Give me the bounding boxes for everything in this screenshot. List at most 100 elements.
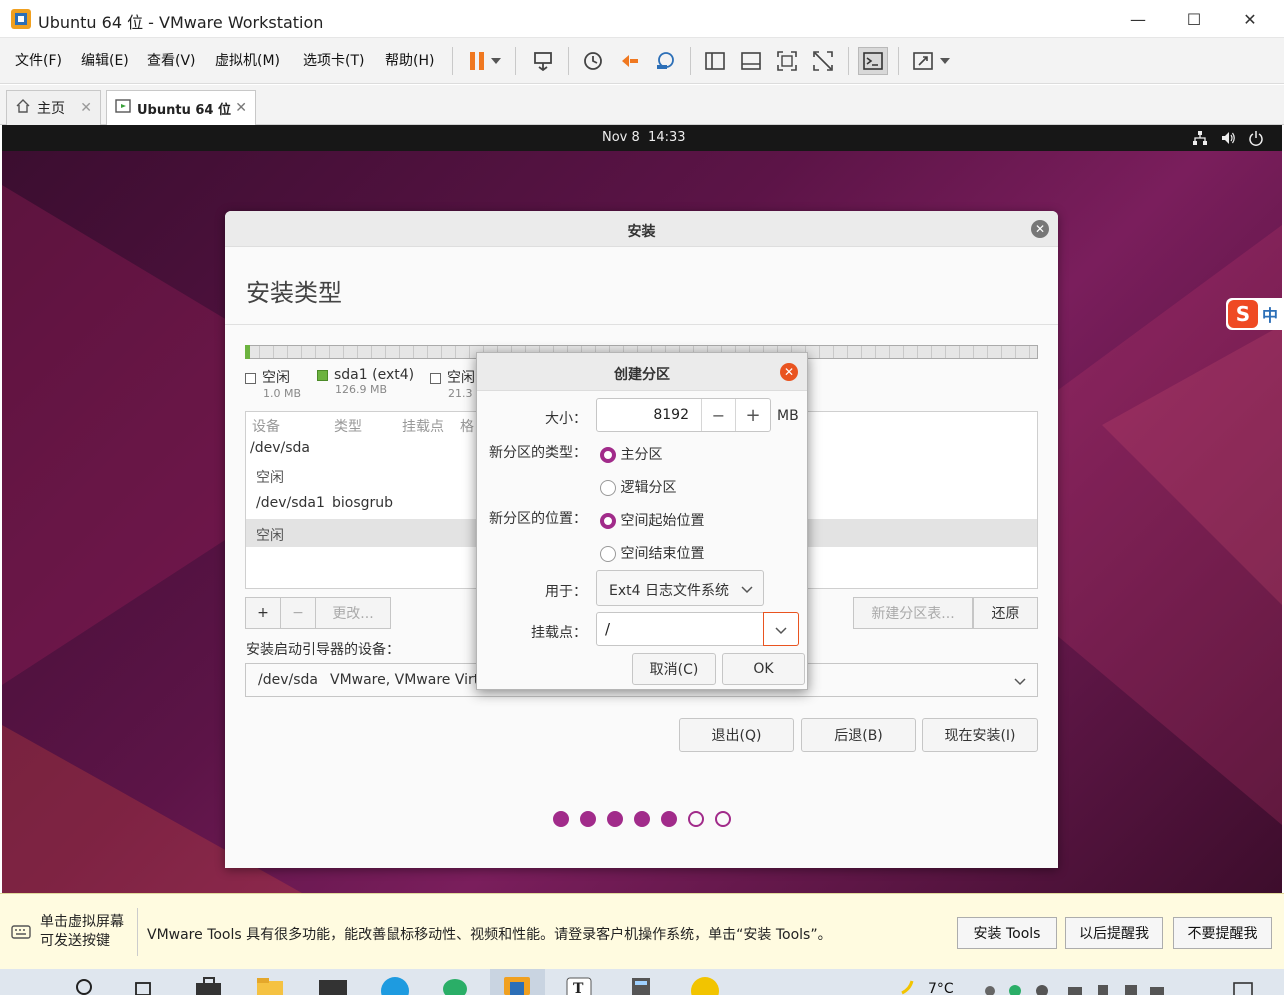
snapshot-icon[interactable] — [578, 47, 608, 75]
chevron-down-icon[interactable] — [487, 47, 505, 75]
library-view-icon[interactable] — [700, 47, 730, 75]
ok-button[interactable]: OK — [722, 653, 805, 685]
calculator-icon[interactable] — [628, 975, 654, 998]
app-icon[interactable] — [690, 975, 719, 999]
menu-edit[interactable]: 编辑(E) — [81, 50, 129, 70]
legend-swatch — [430, 372, 441, 384]
menu-help[interactable]: 帮助(H) — [385, 50, 434, 70]
mount-input[interactable] — [597, 613, 763, 645]
thumbnail-view-icon[interactable] — [736, 47, 766, 75]
revert-button[interactable]: 还原 — [973, 597, 1038, 629]
search-icon[interactable] — [72, 975, 98, 995]
radio-logical-label: 逻辑分区 — [620, 480, 677, 496]
minimize-button[interactable]: — — [1110, 0, 1166, 38]
close-icon[interactable]: ✕ — [780, 363, 798, 381]
legend-size: 1.0 MB — [263, 387, 302, 400]
file-explorer-icon[interactable] — [256, 975, 283, 997]
close-icon[interactable]: ✕ — [1031, 220, 1049, 238]
toolbar-separator — [568, 47, 569, 75]
home-icon — [15, 98, 31, 118]
console-view-icon[interactable] — [858, 47, 888, 75]
send-ctrl-alt-del-icon[interactable] — [528, 47, 558, 75]
radio-icon — [600, 546, 616, 562]
wechat-icon[interactable] — [442, 975, 468, 999]
tab-home[interactable]: 主页 ✕ — [6, 90, 101, 125]
power-icon[interactable] — [1248, 130, 1264, 150]
radio-end[interactable]: 空间结束位置 — [600, 543, 704, 563]
close-icon[interactable]: ✕ — [235, 100, 247, 116]
dialog-title: 创建分区 — [614, 367, 670, 383]
close-button[interactable]: ✕ — [1222, 0, 1278, 38]
install-tools-button[interactable]: 安装 Tools — [957, 917, 1057, 949]
menu-vm[interactable]: 虚拟机(M) — [215, 50, 280, 70]
quit-button[interactable]: 退出(Q) — [679, 718, 794, 752]
column-header-format[interactable]: 格 — [460, 416, 474, 436]
tray-icons[interactable] — [980, 975, 1170, 997]
edge-icon[interactable] — [380, 975, 409, 999]
vm-screen[interactable]: Nov 8 14:33 S 中 安装 ✕ 安装类型 空闲 1.0 MB sda1… — [2, 125, 1282, 893]
typora-icon[interactable]: T — [566, 975, 592, 999]
partition-bar-sda1 — [245, 345, 250, 359]
radio-start[interactable]: 空间起始位置 — [600, 510, 704, 530]
row-device: 空闲 — [256, 470, 284, 486]
radio-logical[interactable]: 逻辑分区 — [600, 477, 676, 497]
row-type: biosgrub — [332, 495, 394, 511]
terminal-icon[interactable] — [318, 975, 347, 998]
install-now-button[interactable]: 现在安装(I) — [922, 718, 1038, 752]
new-partition-table-button[interactable]: 新建分区表... — [853, 597, 973, 629]
change-partition-button[interactable]: 更改... — [315, 597, 391, 629]
title-bar: Ubuntu 64 位 - VMware Workstation — ☐ ✕ — [0, 0, 1284, 38]
fullscreen-icon[interactable] — [772, 47, 802, 75]
legend-swatch — [245, 372, 256, 384]
use-label: 用于： — [545, 584, 587, 600]
page-title: 安装类型 — [246, 279, 342, 307]
menu-view[interactable]: 查看(V) — [147, 50, 196, 70]
remove-partition-button[interactable]: − — [280, 597, 316, 629]
ime-indicator[interactable]: S 中 — [1226, 298, 1282, 330]
network-icon[interactable] — [1192, 130, 1208, 150]
revert-snapshot-icon[interactable] — [614, 47, 644, 75]
briefcase-icon[interactable] — [195, 975, 222, 997]
unity-mode-icon[interactable] — [808, 47, 838, 75]
clock[interactable]: Nov 8 14:33 — [602, 130, 686, 145]
filesystem-select[interactable]: Ext4 日志文件系统 — [596, 570, 764, 606]
chevron-down-icon[interactable] — [936, 47, 954, 75]
type-label: 新分区的类型： — [489, 445, 587, 461]
stretch-guest-icon[interactable] — [908, 47, 938, 75]
legend-label: 空闲 — [262, 370, 290, 386]
column-header-device[interactable]: 设备 — [252, 416, 280, 436]
task-view-icon[interactable] — [132, 975, 158, 996]
vmware-taskbar-icon[interactable] — [490, 969, 545, 995]
radio-selected-icon — [600, 447, 616, 463]
create-partition-dialog: 创建分区 ✕ 大小： − + MB 新分区的类型： 主分区 逻辑分区 新分区的位… — [476, 352, 808, 690]
add-partition-button[interactable]: + — [245, 597, 281, 629]
mount-dropdown-button[interactable] — [763, 612, 799, 646]
menu-tabs[interactable]: 选项卡(T) — [303, 50, 364, 70]
remind-later-button[interactable]: 以后提醒我 — [1065, 917, 1163, 949]
size-input[interactable] — [597, 399, 701, 431]
column-header-type[interactable]: 类型 — [334, 416, 362, 436]
radio-primary[interactable]: 主分区 — [600, 444, 662, 464]
svg-text:T: T — [573, 981, 584, 995]
cancel-button[interactable]: 取消(C) — [632, 653, 716, 685]
vmware-tools-notice: 单击虚拟屏幕 可发送按键 VMware Tools 具有很多功能，能改善鼠标移动… — [0, 893, 1284, 969]
never-remind-button[interactable]: 不要提醒我 — [1173, 917, 1272, 949]
menu-file[interactable]: 文件(F) — [15, 50, 62, 70]
close-icon[interactable]: ✕ — [80, 100, 92, 116]
dialog-header: 创建分区 ✕ — [477, 353, 807, 391]
notification-icon[interactable] — [1232, 975, 1254, 998]
legend-free-1: 空闲 1.0 MB — [245, 367, 301, 400]
maximize-button[interactable]: ☐ — [1166, 0, 1222, 38]
snapshot-manager-icon[interactable] — [650, 47, 680, 75]
mount-combobox — [596, 612, 799, 646]
volume-icon[interactable] — [1220, 130, 1236, 150]
toolbar-separator — [848, 47, 849, 75]
size-spinner: − + — [596, 398, 771, 432]
keyboard-icon — [11, 923, 31, 945]
increment-button[interactable]: + — [735, 399, 770, 431]
back-button[interactable]: 后退(B) — [801, 718, 916, 752]
decrement-button[interactable]: − — [701, 399, 735, 431]
toolbar-separator — [452, 47, 453, 75]
tab-ubuntu[interactable]: Ubuntu 64 位 ✕ — [106, 90, 256, 125]
column-header-mount[interactable]: 挂载点 — [402, 416, 444, 436]
